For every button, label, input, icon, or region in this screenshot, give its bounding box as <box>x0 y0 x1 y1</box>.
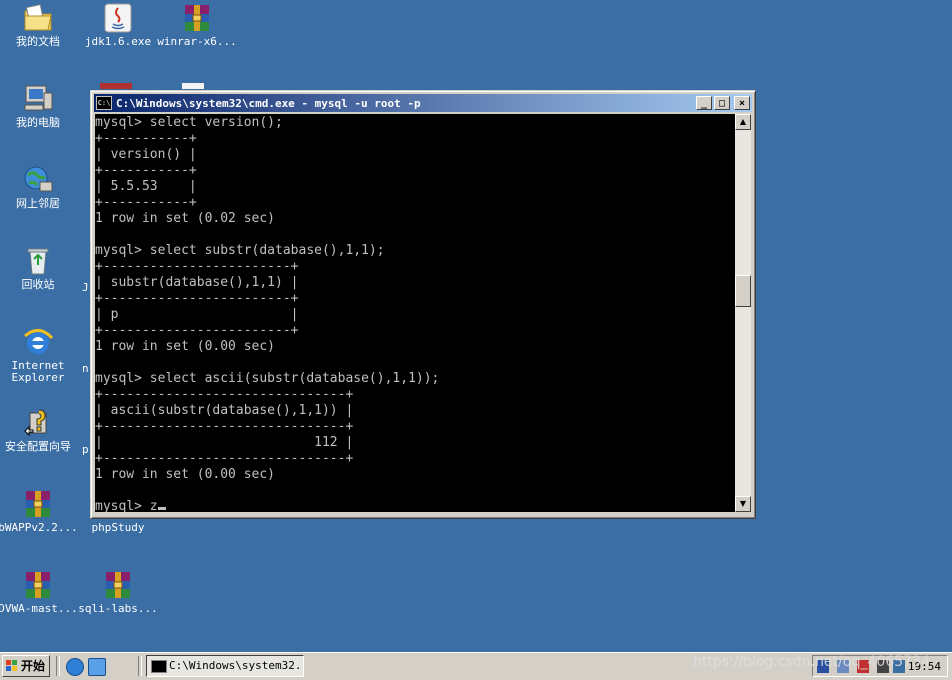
desktop-icon-label: 我的电脑 <box>16 116 60 129</box>
java-installer-icon <box>102 2 134 34</box>
start-button[interactable]: 开始 <box>2 655 50 677</box>
console-line: +-------------------------------+ <box>95 419 354 434</box>
maximize-button[interactable]: □ <box>714 96 730 110</box>
desktop-icon-sqli-labs[interactable]: sqli-labs... <box>78 569 158 615</box>
cmd-icon <box>151 660 167 673</box>
scroll-down-arrow-icon[interactable]: ▼ <box>735 496 751 512</box>
internet-explorer-icon <box>22 326 54 358</box>
console-line: | 5.5.53 | <box>95 179 197 194</box>
console-output[interactable]: mysql> select version(); +-----------+ | v… <box>95 114 735 512</box>
desktop-icon-label: DVWA-mast... <box>0 602 78 615</box>
winrar-archive-icon <box>181 2 213 34</box>
network-globe-icon <box>22 164 54 196</box>
console-line: mysql> z <box>95 499 735 512</box>
minimize-button[interactable]: _ <box>696 96 712 110</box>
console-line: mysql> select ascii(substr(database(),1,… <box>95 371 440 386</box>
winrar-archive-icon <box>102 569 134 601</box>
recycle-bin-icon <box>22 245 54 277</box>
console-line: +------------------------+ <box>95 323 299 338</box>
desktop-icon-winrar[interactable]: winrar-x6... <box>157 2 237 48</box>
console-line: mysql> select version(); <box>95 115 283 130</box>
taskbar-separator <box>56 656 60 676</box>
desktop-icon-label: 安全配置向导 <box>5 440 71 453</box>
close-button[interactable]: × <box>734 96 750 110</box>
desktop-icon-label: 我的文档 <box>16 35 60 48</box>
window-titlebar[interactable]: C:\ C:\Windows\system32\cmd.exe - mysql … <box>94 94 752 112</box>
partial-icon-label: p <box>82 443 89 456</box>
watermark: https://blog.csdn.net/qq_4065734 <box>693 654 930 670</box>
console-line: +------------------------+ <box>95 259 299 274</box>
desktop-icon-dvwa[interactable]: DVWA-mast... <box>0 569 78 615</box>
console-line: +-------------------------------+ <box>95 387 354 402</box>
windows-flag-icon <box>6 660 18 672</box>
partial-icon-label: n <box>82 362 89 375</box>
desktop-icon-label: winrar-x6... <box>157 35 237 48</box>
taskbar-button-label: C:\Windows\system32... <box>169 659 304 672</box>
partial-icon <box>100 83 132 89</box>
winrar-archive-icon <box>22 488 54 520</box>
desktop-icon-label: 网上邻居 <box>16 197 60 210</box>
winrar-archive-icon <box>22 569 54 601</box>
desktop-icon-label: Internet Explorer <box>11 359 65 384</box>
desktop-icon-jdk[interactable]: jdk1.6.exe <box>78 2 158 48</box>
desktop-icon-bwapp[interactable]: bWAPPv2.2... <box>0 488 78 534</box>
desktop-icon-label: sqli-labs... <box>78 602 158 615</box>
window-title: C:\Windows\system32\cmd.exe - mysql -u r… <box>116 96 421 110</box>
console-line: +-----------+ <box>95 163 197 178</box>
desktop-icon-label: 回收站 <box>21 278 55 291</box>
cmd-icon: C:\ <box>96 96 112 110</box>
desktop-icon-security-wizard[interactable]: 安全配置向导 <box>0 407 78 453</box>
console-line: 1 row in set (0.00 sec) <box>95 467 276 482</box>
scroll-up-arrow-icon[interactable]: ▲ <box>735 114 751 130</box>
desktop-icon-label: bWAPPv2.2... <box>0 521 78 534</box>
console-line: +-------------------------------+ <box>95 451 354 466</box>
partial-icon <box>182 83 204 89</box>
console-line: | ascii(substr(database(),1,1)) | <box>95 403 354 418</box>
console-line: +-----------+ <box>95 131 197 146</box>
console-line: | version() | <box>95 147 197 162</box>
desktop-icon-recycle-bin[interactable]: 回收站 <box>0 245 78 291</box>
console-line: +-----------+ <box>95 195 197 210</box>
internet-explorer-icon[interactable] <box>66 658 84 676</box>
desktop-icon-my-documents[interactable]: 我的文档 <box>0 2 78 48</box>
console-line: | p | <box>95 307 299 322</box>
console-line: 1 row in set (0.02 sec) <box>95 211 276 226</box>
vertical-scrollbar[interactable]: ▲ ▼ <box>735 114 751 512</box>
taskbar-separator <box>138 656 142 676</box>
desktop-icon-label: jdk1.6.exe <box>84 35 152 48</box>
text-cursor <box>157 507 166 510</box>
start-label: 开始 <box>21 659 46 673</box>
console-line: 1 row in set (0.00 sec) <box>95 339 276 354</box>
ie-shortcut-icon[interactable] <box>88 658 106 676</box>
desktop-icon-network[interactable]: 网上邻居 <box>0 164 78 210</box>
cmd-window[interactable]: C:\ C:\Windows\system32\cmd.exe - mysql … <box>90 90 756 519</box>
scrollbar-thumb[interactable] <box>735 275 751 307</box>
desktop-icon-label: phpStudy <box>91 521 145 534</box>
partial-icon-label: J <box>82 281 89 294</box>
desktop-icon-internet-explorer[interactable]: Internet Explorer <box>0 326 78 384</box>
console-line: | 112 | <box>95 435 354 450</box>
console-line: mysql> select substr(database(),1,1); <box>95 243 385 258</box>
console-line: | substr(database(),1,1) | <box>95 275 299 290</box>
taskbar-button-cmd[interactable]: C:\Windows\system32... <box>146 655 304 677</box>
folder-icon <box>22 2 54 34</box>
desktop-icon-my-computer[interactable]: 我的电脑 <box>0 83 78 129</box>
computer-icon <box>22 83 54 115</box>
security-wizard-icon <box>22 407 54 439</box>
console-line: +------------------------+ <box>95 291 299 306</box>
